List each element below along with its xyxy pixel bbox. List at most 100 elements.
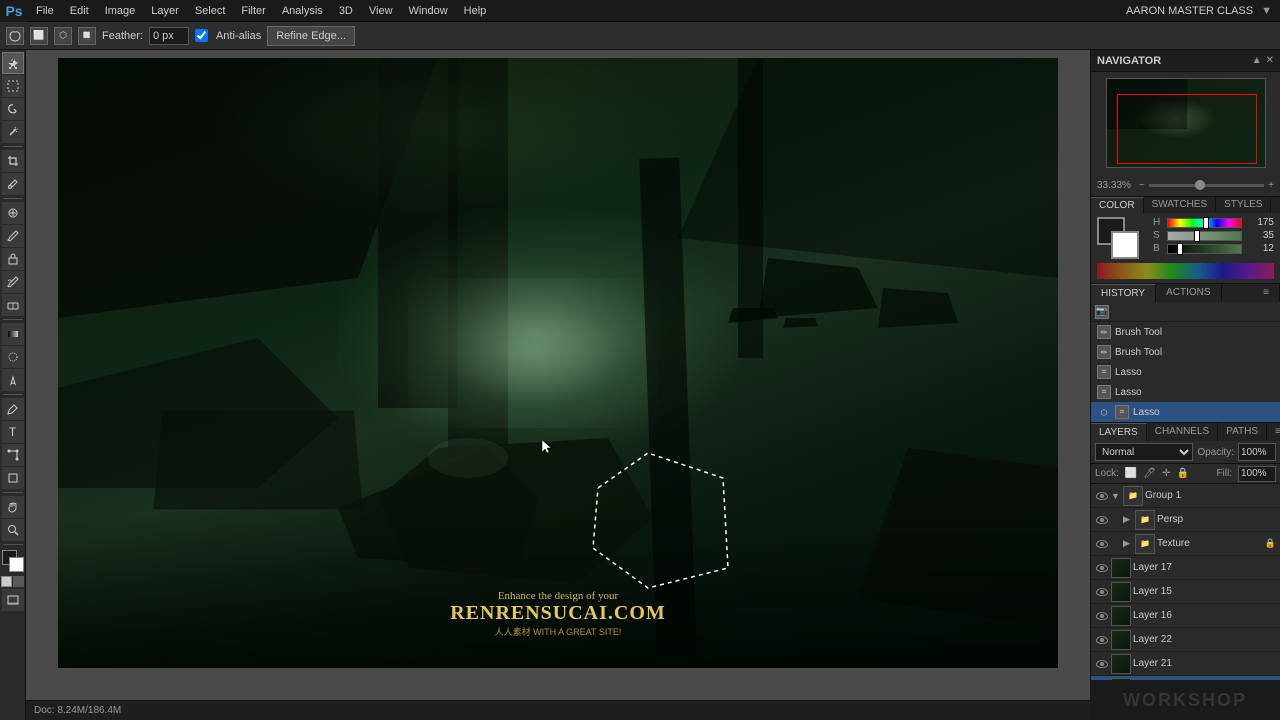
zoom-tool[interactable] [2, 519, 24, 541]
layer-arrow-texture[interactable]: ▶ [1123, 538, 1133, 549]
layer-expand-group1[interactable]: ▼ [1111, 491, 1121, 501]
layer-row-16[interactable]: Layer 16 [1091, 604, 1280, 628]
lock-all-icon[interactable]: 🔒 [1176, 468, 1188, 479]
crop-tool[interactable] [2, 150, 24, 172]
dodge-tool[interactable] [2, 369, 24, 391]
layer-row-22[interactable]: Layer 22 [1091, 628, 1280, 652]
tab-history[interactable]: HISTORY [1091, 284, 1156, 302]
layer-row-21[interactable]: Layer 21 [1091, 652, 1280, 676]
background-color[interactable] [1111, 231, 1139, 259]
color-options-btn[interactable]: ≡ [1271, 197, 1280, 213]
layer-vis-texture[interactable] [1095, 537, 1109, 551]
pen-tool[interactable] [2, 398, 24, 420]
layer-vis-15[interactable] [1095, 585, 1109, 599]
lasso-tool-icon[interactable] [6, 27, 24, 45]
layer-arrow-persp[interactable]: ▶ [1123, 514, 1133, 525]
tab-channels[interactable]: CHANNELS [1147, 423, 1218, 441]
menu-3d[interactable]: 3D [331, 0, 361, 22]
lasso-type-btn3[interactable]: 🔲 [78, 27, 96, 45]
menu-analysis[interactable]: Analysis [274, 0, 331, 22]
navigator-thumbnail[interactable] [1106, 78, 1266, 168]
navigator-collapse-btn[interactable]: ▲ [1252, 55, 1262, 66]
lasso-type-btn2[interactable]: ⬡ [54, 27, 72, 45]
fill-input[interactable] [1238, 466, 1276, 482]
navigator-zoom-out-btn[interactable]: − [1139, 180, 1145, 191]
layer-vis-17[interactable] [1095, 561, 1109, 575]
antialias-checkbox[interactable] [195, 29, 208, 42]
brightness-slider[interactable] [1167, 244, 1242, 254]
new-snapshot-btn[interactable]: 📷 [1095, 305, 1109, 319]
eraser-tool[interactable] [2, 294, 24, 316]
history-item-0[interactable]: ✏ Brush Tool [1091, 322, 1280, 342]
heal-tool[interactable] [2, 202, 24, 224]
brush-tool[interactable] [2, 225, 24, 247]
stamp-tool[interactable] [2, 248, 24, 270]
layer-vis-16[interactable] [1095, 609, 1109, 623]
refine-edge-button[interactable]: Refine Edge... [267, 26, 355, 46]
path-selection-tool[interactable] [2, 444, 24, 466]
tab-actions[interactable]: ACTIONS [1156, 284, 1221, 302]
menu-view[interactable]: View [361, 0, 401, 22]
layer-row-group1[interactable]: ▼ 📁 Group 1 [1091, 484, 1280, 508]
lasso-type-btn1[interactable]: ⬜ [30, 27, 48, 45]
navigator-close-btn[interactable]: ✕ [1266, 55, 1274, 66]
menu-select[interactable]: Select [187, 0, 234, 22]
hand-tool[interactable] [2, 496, 24, 518]
history-brush-tool[interactable] [2, 271, 24, 293]
menu-layer[interactable]: Layer [143, 0, 187, 22]
eyedropper-tool[interactable] [2, 173, 24, 195]
layers-options-btn[interactable]: ≡ [1267, 423, 1280, 441]
layer-vis-21[interactable] [1095, 657, 1109, 671]
tab-swatches[interactable]: SWATCHES [1144, 197, 1217, 213]
navigator-zoom-slider[interactable] [1149, 184, 1264, 187]
layer-vis-persp[interactable] [1095, 513, 1109, 527]
layer-row-17[interactable]: Layer 17 [1091, 556, 1280, 580]
quick-mask-mode[interactable] [1, 576, 24, 587]
gradient-tool[interactable] [2, 323, 24, 345]
layer-row-15[interactable]: Layer 15 [1091, 580, 1280, 604]
blend-mode-select[interactable]: Normal [1095, 443, 1193, 461]
navigator-zoom-in-btn[interactable]: + [1268, 180, 1274, 191]
text-tool[interactable]: T [2, 421, 24, 443]
blur-tool[interactable] [2, 346, 24, 368]
tab-layers[interactable]: LAYERS [1091, 423, 1147, 441]
canvas-area[interactable]: Enhance the design of your RENRENSUCAI.C… [26, 50, 1090, 720]
history-item-4[interactable]: ⬡ ⌗ Lasso [1091, 402, 1280, 422]
history-item-1[interactable]: ✏ Brush Tool [1091, 342, 1280, 362]
layer-vis-group1[interactable] [1095, 489, 1109, 503]
tab-color[interactable]: COLOR [1091, 197, 1144, 213]
lock-position-icon[interactable]: ✛ [1162, 468, 1170, 479]
menu-window[interactable]: Window [401, 0, 456, 22]
tab-styles[interactable]: STYLES [1216, 197, 1271, 213]
lasso-tool[interactable] [2, 98, 24, 120]
menu-filter[interactable]: Filter [233, 0, 273, 22]
menu-file[interactable]: File [28, 0, 62, 22]
history-options-btn[interactable]: ≡ [1253, 284, 1280, 302]
hue-slider[interactable] [1167, 218, 1242, 228]
history-item-3[interactable]: ⌗ Lasso [1091, 382, 1280, 402]
opacity-input[interactable] [1238, 443, 1276, 461]
history-item-2[interactable]: ⌗ Lasso [1091, 362, 1280, 382]
feather-input[interactable] [149, 27, 189, 45]
artwork[interactable]: Enhance the design of your RENRENSUCAI.C… [58, 58, 1058, 668]
layer-row-texture[interactable]: ▶ 📁 Texture 🔒 [1091, 532, 1280, 556]
title-close-btn[interactable]: ▼ [1261, 5, 1272, 17]
move-tool[interactable] [2, 52, 24, 74]
fg-bg-colors[interactable] [2, 550, 24, 572]
menu-image[interactable]: Image [97, 0, 144, 22]
layer-vis-22[interactable] [1095, 633, 1109, 647]
layer-row-persp[interactable]: ▶ 📁 Persp [1091, 508, 1280, 532]
magic-wand-tool[interactable] [2, 121, 24, 143]
tab-paths[interactable]: PATHS [1218, 423, 1267, 441]
menu-edit[interactable]: Edit [62, 0, 97, 22]
saturation-slider[interactable] [1167, 231, 1242, 241]
screen-mode-btn[interactable] [2, 589, 24, 611]
fg-bg-swatches[interactable] [1097, 217, 1147, 259]
shape-tool[interactable] [2, 467, 24, 489]
color-spectrum[interactable] [1097, 263, 1274, 279]
marquee-tool[interactable] [2, 75, 24, 97]
menu-help[interactable]: Help [456, 0, 495, 22]
right-panel: NAVIGATOR ▲ ✕ 33.33% − + [1090, 50, 1280, 720]
lock-image-icon[interactable]: 🖊 [1143, 468, 1156, 479]
lock-pixels-icon[interactable]: ⬜ [1125, 468, 1137, 479]
